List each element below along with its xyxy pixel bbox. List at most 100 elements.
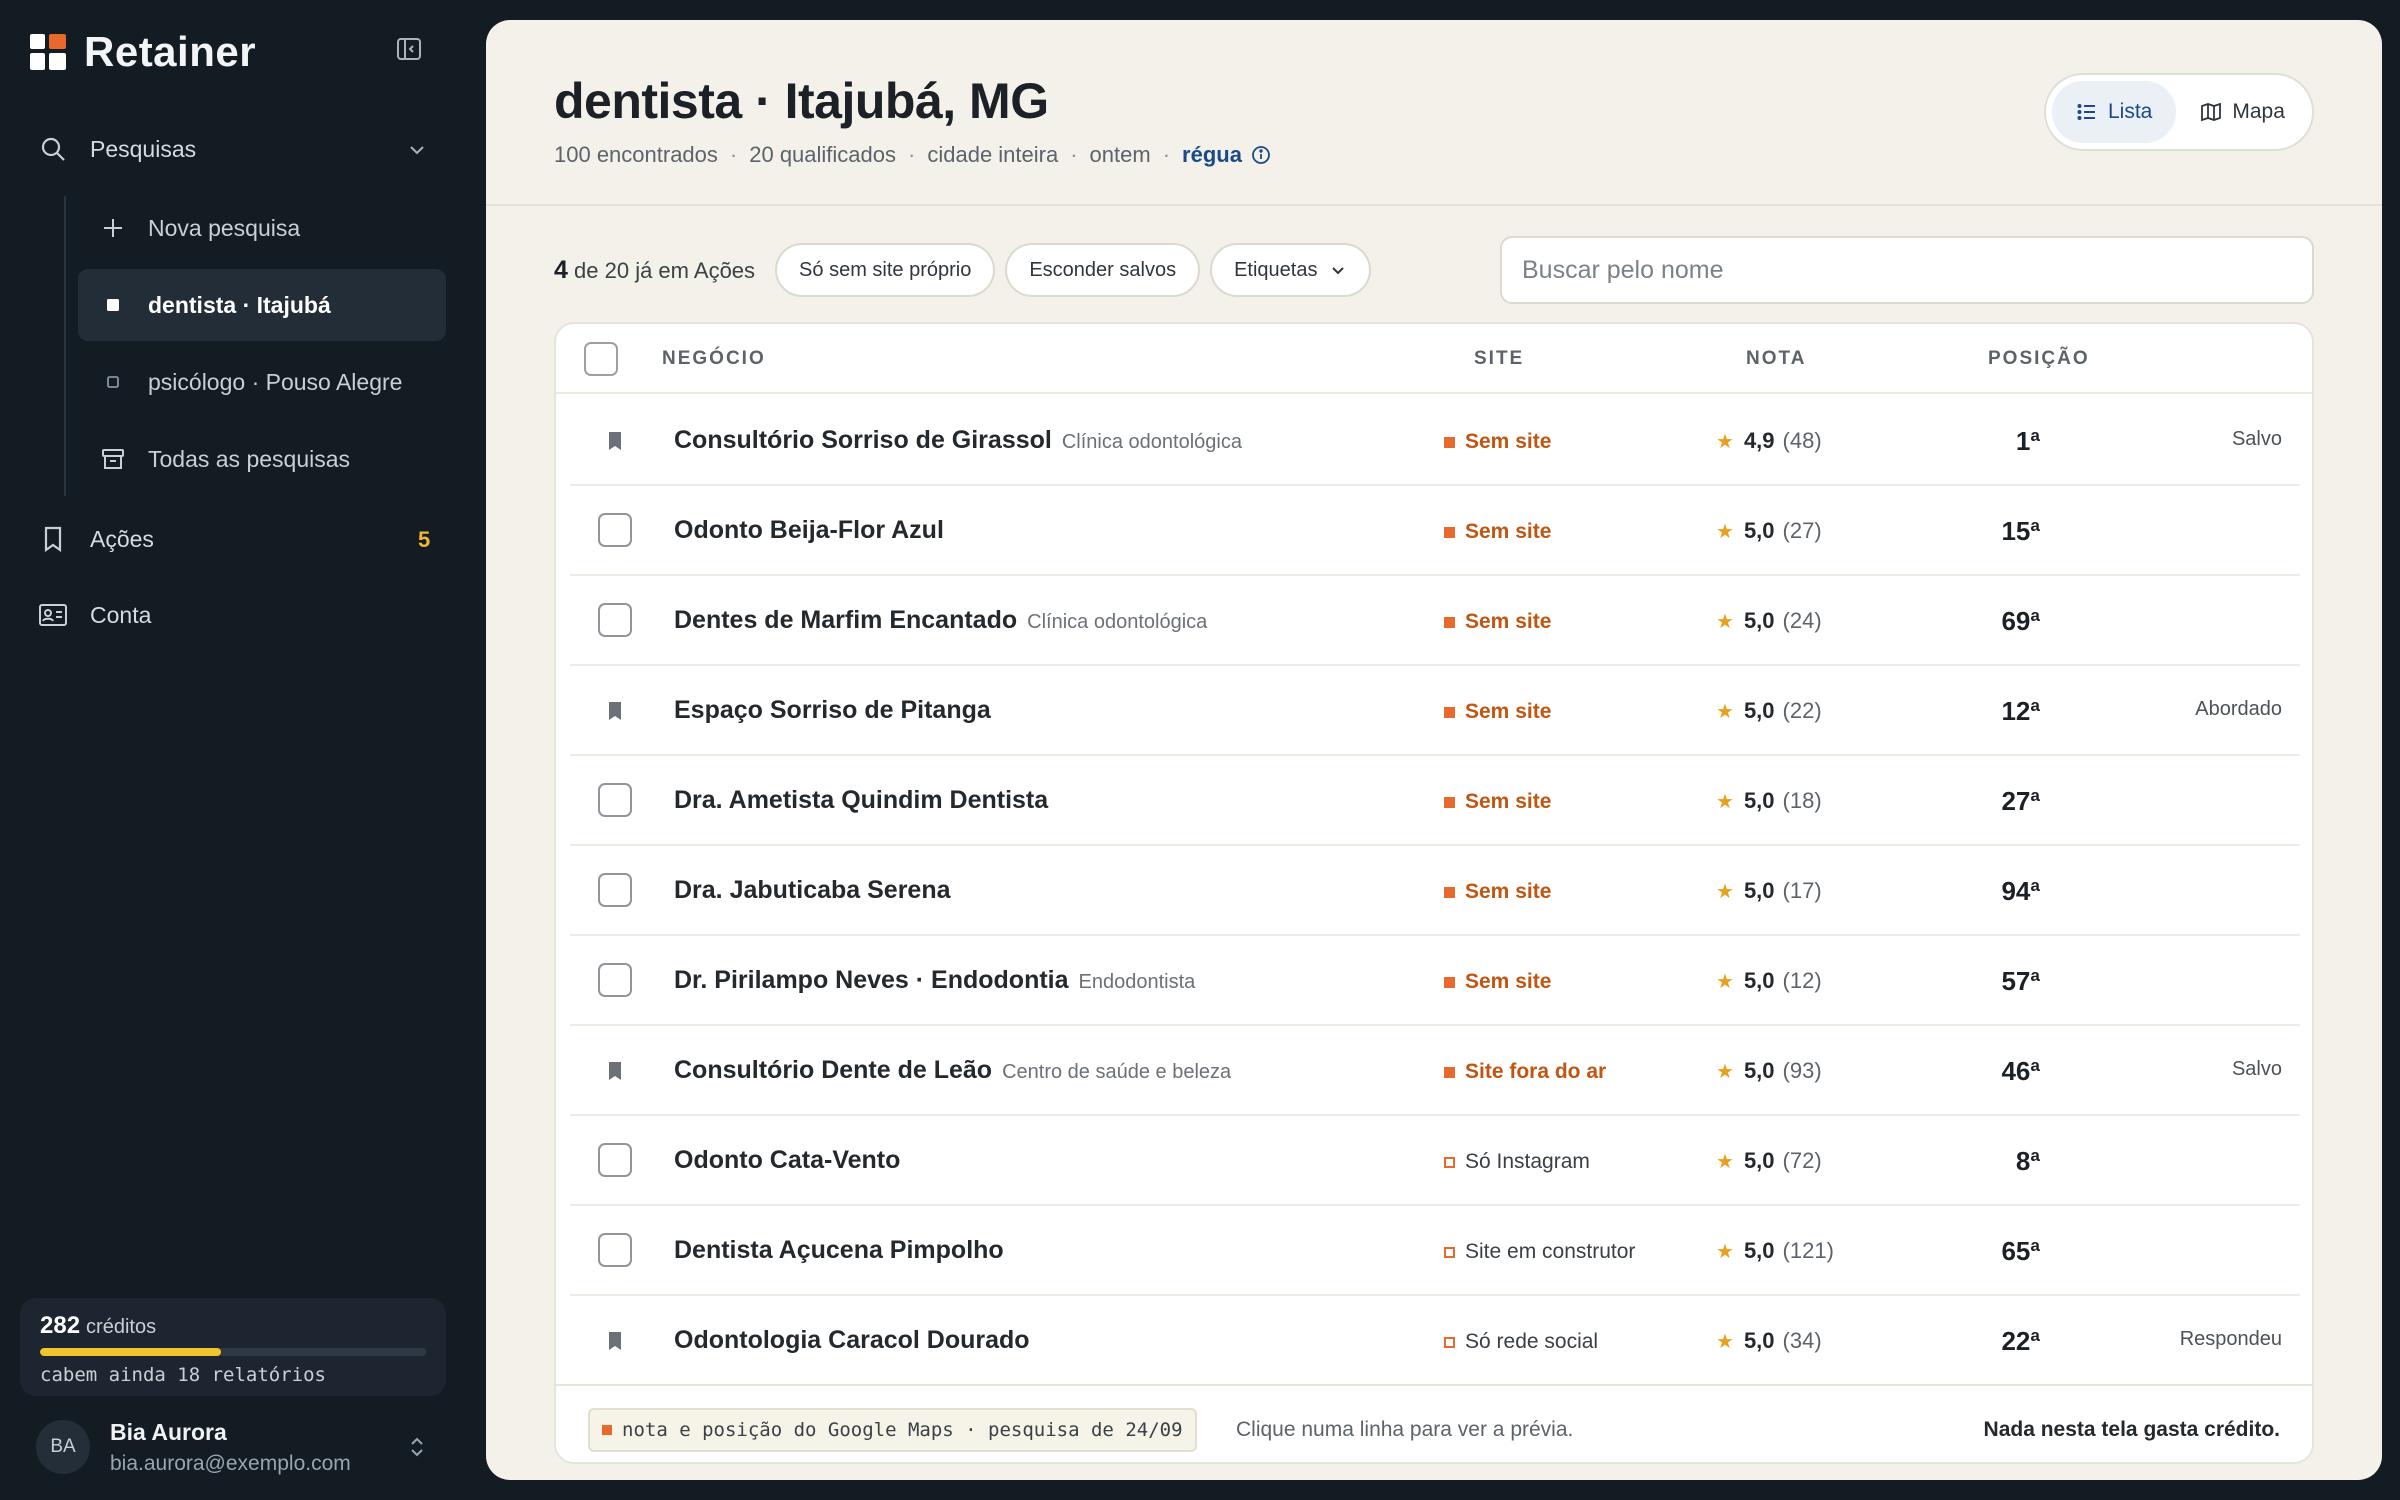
brand[interactable]: Retainer	[30, 28, 256, 76]
table-row[interactable]: Odonto Cata-Vento Só Instagram ★ 5,0 (72) 8ª	[570, 1116, 2300, 1206]
new-search-label: Nova pesquisa	[148, 214, 301, 241]
site-status: Sem site	[1444, 700, 1551, 724]
business-name-text: Dentes de Marfim Encantado	[674, 606, 1018, 634]
site-status: Sem site	[1444, 610, 1551, 634]
filter-tags-dropdown[interactable]: Etiquetas	[1210, 243, 1372, 297]
column-business[interactable]: NEGÓCIO	[662, 348, 766, 370]
info-icon[interactable]	[1250, 144, 1272, 166]
site-status-icon	[1444, 1336, 1455, 1348]
list-view-label: Lista	[2108, 100, 2153, 123]
nav-pesquisas[interactable]: Pesquisas	[38, 129, 196, 169]
list-view-button[interactable]: Lista	[2052, 81, 2177, 143]
business-name: Dra. Ametista Quindim Dentista	[674, 786, 1048, 815]
rating-value: 5,0	[1743, 1058, 1775, 1083]
bookmark-icon[interactable]	[606, 700, 624, 722]
site-status-text: Sem site	[1465, 790, 1552, 813]
user-menu[interactable]: BA Bia Aurora bia.aurora@exemplo.com	[36, 1412, 436, 1482]
star-icon: ★	[1716, 430, 1734, 453]
table-row[interactable]: Dentista Açucena Pimpolho Site em constru…	[570, 1206, 2300, 1296]
sidebar-item-label: dentista · Itajubá	[148, 291, 331, 318]
chevron-down-icon[interactable]	[405, 138, 429, 162]
filter-only-no-site[interactable]: Só sem site próprio	[775, 243, 996, 297]
table-row[interactable]: Espaço Sorriso de Pitanga Sem site ★ 5,0 (22…	[570, 666, 2300, 756]
bookmark-icon[interactable]	[606, 1330, 624, 1352]
table-row[interactable]: Consultório Sorriso de Girassol Clínica o…	[570, 396, 2300, 486]
table-row[interactable]: Dentes de Marfim Encantado Clínica odonto…	[570, 576, 2300, 666]
bookmark-icon[interactable]	[606, 1060, 624, 1082]
map-view-button[interactable]: Mapa	[2176, 81, 2309, 143]
site-status: Só rede social	[1444, 1330, 1598, 1354]
review-count: (93)	[1782, 1058, 1822, 1083]
map-position: 15ª	[2001, 516, 2040, 546]
main-panel: dentista · Itajubá, MG 100 encontrados · …	[486, 20, 2382, 1480]
new-search-button[interactable]: Nova pesquisa	[78, 192, 446, 264]
accent-square-icon	[602, 1425, 612, 1435]
preview-hint: Clique numa linha para ver a prévia.	[1236, 1418, 1574, 1441]
table-row[interactable]: Odonto Beija-Flor Azul Sem site ★ 5,0 (27) 15…	[570, 486, 2300, 576]
filter-hide-saved[interactable]: Esconder salvos	[1005, 243, 1201, 297]
column-site[interactable]: SITE	[1474, 348, 1524, 370]
actions-count-number: 4	[554, 255, 568, 284]
business-name-text: Consultório Dente de Leão	[674, 1056, 993, 1084]
chevron-down-icon	[1332, 267, 1345, 275]
review-count: (27)	[1782, 518, 1822, 543]
star-icon: ★	[1716, 1240, 1734, 1263]
sidebar-item-search-dentista[interactable]: dentista · Itajubá	[78, 269, 446, 341]
nav-conta[interactable]: Conta	[38, 595, 151, 635]
row-checkbox[interactable]	[598, 783, 632, 817]
rating: ★ 5,0 (93)	[1716, 1058, 1822, 1084]
rating-value: 5,0	[1743, 968, 1775, 993]
credits-panel[interactable]: 282 créditos cabem ainda 18 relatórios	[20, 1298, 446, 1396]
bookmark-icon[interactable]	[606, 430, 624, 452]
table-row[interactable]: Dra. Jabuticaba Serena Sem site ★ 5,0 (17) 94…	[570, 846, 2300, 936]
row-checkbox[interactable]	[598, 603, 632, 637]
rating: ★ 5,0 (18)	[1716, 788, 1822, 814]
map-position: 57ª	[2001, 966, 2040, 996]
column-position[interactable]: POSIÇÃO	[1988, 348, 2090, 370]
site-status-text: Sem site	[1465, 700, 1552, 723]
star-icon: ★	[1716, 700, 1734, 723]
review-count: (72)	[1782, 1148, 1822, 1173]
table-row[interactable]: Odontologia Caracol Dourado Só rede socia…	[570, 1296, 2300, 1386]
source-note: nota e posição do Google Maps · pesquisa…	[588, 1408, 1197, 1452]
search-meta: 100 encontrados · 20 qualificados · cidade…	[554, 142, 1272, 168]
select-all-checkbox[interactable]	[584, 342, 618, 376]
row-checkbox[interactable]	[598, 963, 632, 997]
table-header: NEGÓCIO SITE NOTA POSIÇÃO	[556, 324, 2312, 394]
tree-line	[64, 196, 66, 496]
credits-line: 282 créditos	[40, 1312, 426, 1340]
site-status-text: Site em construtor	[1465, 1240, 1636, 1263]
map-icon	[2201, 102, 2222, 122]
column-rating[interactable]: NOTA	[1746, 348, 1806, 370]
nav-pesquisas-label: Pesquisas	[90, 135, 197, 162]
map-view-label: Mapa	[2232, 100, 2285, 123]
plus-icon	[78, 216, 148, 240]
site-status-text: Sem site	[1465, 970, 1552, 993]
source-note-text: nota e posição do Google Maps · pesquisa…	[622, 1419, 1183, 1441]
all-searches-button[interactable]: Todas as pesquisas	[78, 423, 446, 495]
table-row[interactable]: Consultório Dente de Leão Centro de saúde…	[570, 1026, 2300, 1116]
rating-value: 5,0	[1743, 1148, 1775, 1173]
search-by-name-input[interactable]	[1500, 236, 2314, 304]
row-checkbox[interactable]	[598, 513, 632, 547]
review-count: (22)	[1782, 698, 1822, 723]
row-checkbox[interactable]	[598, 873, 632, 907]
review-count: (18)	[1782, 788, 1822, 813]
sidebar-collapse-icon[interactable]	[394, 34, 424, 64]
site-status-text: Só Instagram	[1465, 1150, 1590, 1173]
nav-acoes[interactable]: Ações	[38, 519, 154, 559]
chevron-up-down-icon[interactable]	[404, 1434, 430, 1460]
row-status: Abordado	[2195, 698, 2282, 720]
row-status: Respondeu	[2179, 1328, 2282, 1350]
table-row[interactable]: Dra. Ametista Quindim Dentista Sem site ★ 5…	[570, 756, 2300, 846]
regua-link[interactable]: régua	[1182, 142, 1242, 168]
table-row[interactable]: Dr. Pirilampo Neves · Endodontia Endodont…	[570, 936, 2300, 1026]
business-name: Dentista Açucena Pimpolho	[674, 1236, 1004, 1265]
sidebar-item-search-psicologo[interactable]: psicólogo · Pouso Alegre	[78, 346, 446, 418]
site-status: Sem site	[1444, 520, 1551, 544]
row-checkbox[interactable]	[598, 1143, 632, 1177]
page-header: dentista · Itajubá, MG 100 encontrados · …	[486, 20, 2382, 206]
site-status-icon	[1444, 886, 1455, 898]
site-status-text: Só rede social	[1465, 1330, 1599, 1353]
row-checkbox[interactable]	[598, 1233, 632, 1267]
